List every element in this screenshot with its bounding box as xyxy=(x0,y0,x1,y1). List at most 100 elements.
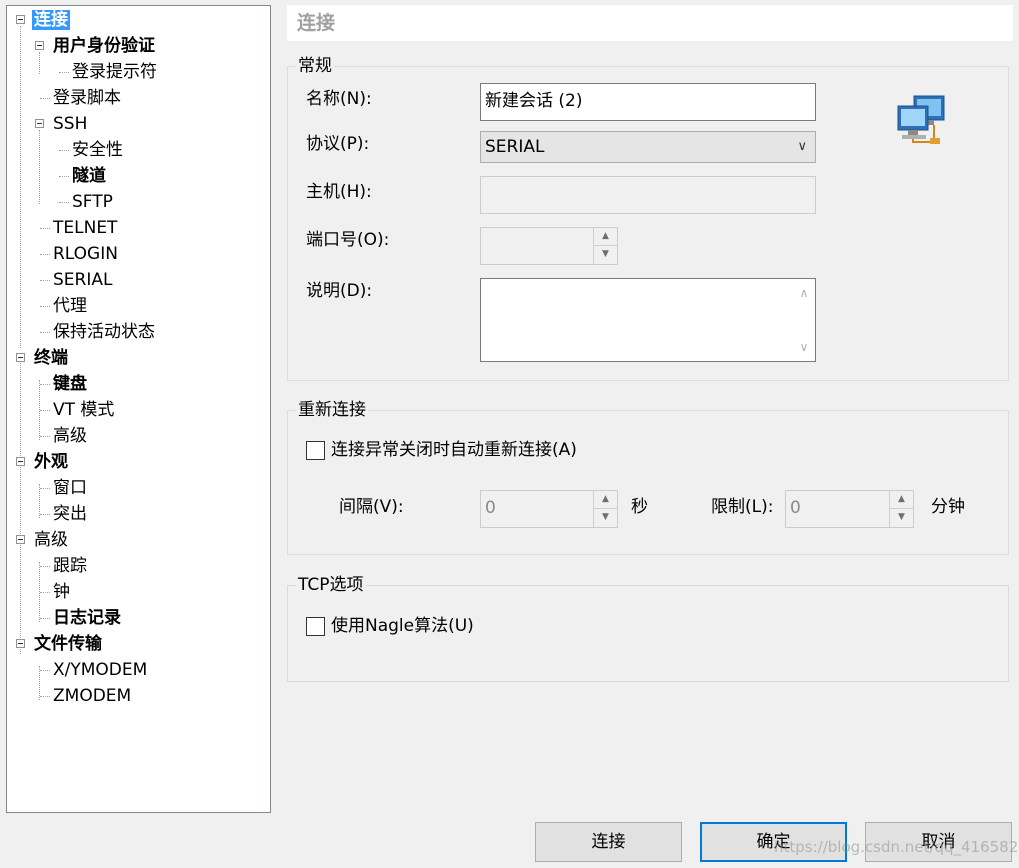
tree-item-label: 终端 xyxy=(34,348,68,368)
collapse-toggle-icon[interactable] xyxy=(16,457,25,466)
tree-item[interactable]: 用户身份验证 xyxy=(51,33,157,59)
tree-line xyxy=(40,280,50,281)
collapse-toggle-icon[interactable] xyxy=(35,119,44,128)
tree-item-label: SERIAL xyxy=(53,270,113,290)
spin-up-icon[interactable]: ▲ xyxy=(594,228,617,246)
protocol-select[interactable]: SERIAL ∨ xyxy=(480,131,816,163)
auto-reconnect-label[interactable]: 连接异常关闭时自动重新连接(A) xyxy=(331,438,577,462)
port-stepper[interactable]: ▲ ▼ xyxy=(480,227,618,265)
tree-item-label: 连接 xyxy=(32,10,70,30)
host-label: 主机(H): xyxy=(306,182,372,202)
interval-stepper[interactable]: 0 ▲ ▼ xyxy=(480,490,618,528)
tree-line xyxy=(39,484,40,518)
collapse-toggle-icon[interactable] xyxy=(16,15,25,24)
nagle-label[interactable]: 使用Nagle算法(U) xyxy=(331,614,474,638)
host-input[interactable] xyxy=(480,176,816,214)
tree-item[interactable]: 跟踪 xyxy=(51,553,89,579)
tree-item-label: 窗口 xyxy=(53,478,87,498)
tree-item[interactable]: TELNET xyxy=(51,215,119,241)
tree-line xyxy=(40,488,50,489)
tree-item[interactable]: 连接 xyxy=(32,7,70,33)
tree-item[interactable]: 终端 xyxy=(32,345,70,371)
watermark-text: https://blog.csdn.net/qq_41658218 xyxy=(774,838,1019,856)
spin-down-icon[interactable]: ▼ xyxy=(594,246,617,264)
port-spin-buttons[interactable]: ▲ ▼ xyxy=(593,228,617,264)
name-input[interactable]: 新建会话 (2) xyxy=(480,83,816,121)
tree-line xyxy=(40,436,50,437)
tree-item[interactable]: 钟 xyxy=(51,579,72,605)
tree-item-label: 突出 xyxy=(53,504,87,524)
description-textarea[interactable]: ∧ ∨ xyxy=(480,278,816,362)
tree-item[interactable]: 高级 xyxy=(51,423,89,449)
tree-item[interactable]: 隧道 xyxy=(70,163,108,189)
nagle-checkbox[interactable] xyxy=(306,617,325,636)
limit-value: 0 xyxy=(790,498,801,518)
tree-item[interactable]: 安全性 xyxy=(70,137,125,163)
tree-item[interactable]: 日志记录 xyxy=(51,605,123,631)
tree-item[interactable]: 键盘 xyxy=(51,371,89,397)
collapse-toggle-icon[interactable] xyxy=(16,353,25,362)
tree-line xyxy=(59,176,69,177)
protocol-label: 协议(P): xyxy=(306,134,370,154)
tree-item-label: SFTP xyxy=(72,192,113,212)
chevron-down-icon: ∨ xyxy=(797,139,807,154)
spin-up-icon[interactable]: ▲ xyxy=(594,491,617,509)
tree-item-label: VT 模式 xyxy=(53,400,115,420)
tree-line xyxy=(40,618,50,619)
tree-item[interactable]: 外观 xyxy=(32,449,70,475)
limit-unit: 分钟 xyxy=(931,497,965,517)
tree-item[interactable]: 登录脚本 xyxy=(51,85,123,111)
general-group-title: 常规 xyxy=(296,55,334,77)
limit-stepper[interactable]: 0 ▲ ▼ xyxy=(785,490,914,528)
port-label: 端口号(O): xyxy=(306,230,390,250)
tree-item[interactable]: SERIAL xyxy=(51,267,114,293)
tree-item-label: 跟踪 xyxy=(53,556,87,576)
tree-item-label: 隧道 xyxy=(72,166,106,186)
tree-line xyxy=(40,696,50,697)
tree-item[interactable]: X/YMODEM xyxy=(51,657,149,683)
description-label: 说明(D): xyxy=(306,281,373,301)
collapse-toggle-icon[interactable] xyxy=(35,41,44,50)
tree-item[interactable]: 代理 xyxy=(51,293,89,319)
tree-item[interactable]: RLOGIN xyxy=(51,241,120,267)
page-title: 连接 xyxy=(287,5,1013,41)
connect-button[interactable]: 连接 xyxy=(535,822,682,862)
collapse-toggle-icon[interactable] xyxy=(16,535,25,544)
tree-item-label: 文件传输 xyxy=(34,634,102,654)
scroll-down-icon[interactable]: ∨ xyxy=(793,337,815,357)
tree-item[interactable]: 高级 xyxy=(32,527,70,553)
tree-item[interactable]: 窗口 xyxy=(51,475,89,501)
textarea-scrollbar[interactable]: ∧ ∨ xyxy=(793,279,815,361)
tree-line xyxy=(40,332,50,333)
tree-item[interactable]: SSH xyxy=(51,111,89,137)
tree-item[interactable]: 保持活动状态 xyxy=(51,319,157,345)
spin-up-icon[interactable]: ▲ xyxy=(890,491,913,509)
tree-line xyxy=(39,130,40,204)
tree-line xyxy=(40,670,50,671)
interval-value: 0 xyxy=(485,498,496,518)
interval-spin-buttons[interactable]: ▲ ▼ xyxy=(593,491,617,527)
auto-reconnect-checkbox[interactable] xyxy=(306,441,325,460)
name-label: 名称(N): xyxy=(306,89,372,109)
limit-label: 限制(L): xyxy=(711,497,774,517)
spin-down-icon[interactable]: ▼ xyxy=(594,509,617,527)
collapse-toggle-icon[interactable] xyxy=(16,639,25,648)
spin-down-icon[interactable]: ▼ xyxy=(890,509,913,527)
tree-line xyxy=(39,52,40,74)
category-tree[interactable]: 连接用户身份验证 登录提示符登录脚本 SSH 安全性隧道 SFTP TELNET RLOGI… xyxy=(6,5,271,813)
tree-item[interactable]: 登录提示符 xyxy=(70,59,159,85)
tcp-group-title: TCP选项 xyxy=(296,574,366,596)
tree-item[interactable]: 突出 xyxy=(51,501,89,527)
tree-item-label: 代理 xyxy=(53,296,87,316)
tree-item[interactable]: 文件传输 xyxy=(32,631,104,657)
tree-item-label: 登录脚本 xyxy=(53,88,121,108)
tree-line xyxy=(40,384,50,385)
tree-line xyxy=(40,514,50,515)
tree-item[interactable]: ZMODEM xyxy=(51,683,133,709)
tree-item-label: 安全性 xyxy=(72,140,123,160)
tree-item[interactable]: VT 模式 xyxy=(51,397,116,423)
limit-spin-buttons[interactable]: ▲ ▼ xyxy=(889,491,913,527)
tree-line xyxy=(40,254,50,255)
scroll-up-icon[interactable]: ∧ xyxy=(793,283,815,303)
tree-item[interactable]: SFTP xyxy=(70,189,115,215)
